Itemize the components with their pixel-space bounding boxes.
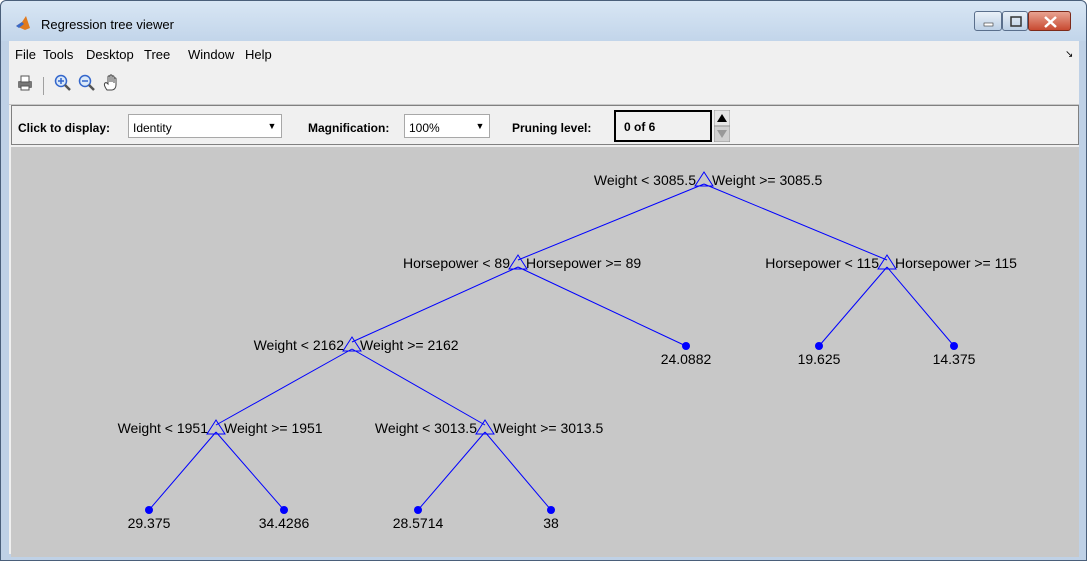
branch-left-condition: Weight < 1951 bbox=[118, 420, 209, 436]
tree-edge bbox=[215, 431, 285, 511]
pan-hand-icon[interactable] bbox=[101, 73, 121, 93]
menu-help[interactable]: Help bbox=[245, 47, 272, 62]
branch-right-condition: Weight >= 3085.5 bbox=[712, 172, 822, 188]
menu-dock-arrow-icon[interactable]: ↘ bbox=[1065, 49, 1073, 60]
branch-left-condition: Weight < 2162 bbox=[254, 337, 345, 353]
tree-edge bbox=[703, 183, 888, 261]
tree-canvas[interactable]: Weight < 3085.5 Weight >= 3085.5 Horsepowe… bbox=[11, 147, 1079, 557]
print-icon[interactable] bbox=[15, 73, 35, 93]
leaf-value-label: 38 bbox=[543, 515, 559, 531]
leaf-node-dot[interactable] bbox=[414, 506, 422, 514]
tree-edge bbox=[351, 348, 486, 426]
magnification-select[interactable]: 100% ▼ bbox=[404, 114, 490, 138]
toolbar bbox=[9, 67, 1079, 105]
pruning-level-spinner[interactable] bbox=[714, 110, 730, 142]
branch-left-condition: Horsepower < 115 bbox=[765, 255, 879, 271]
zoom-out-icon[interactable] bbox=[77, 73, 97, 93]
menu-tools[interactable]: Tools bbox=[43, 47, 73, 62]
leaf-value-label: 29.375 bbox=[128, 515, 171, 531]
tree-edge bbox=[484, 431, 552, 511]
leaf-node-dot[interactable] bbox=[815, 342, 823, 350]
client-area: File Tools Desktop Tree Window Help ↘ Cl… bbox=[9, 41, 1079, 557]
minimize-icon bbox=[983, 22, 994, 27]
click-to-display-label: Click to display: bbox=[18, 121, 111, 135]
tree-edge bbox=[818, 266, 888, 347]
leaf-value-label: 19.625 bbox=[798, 351, 841, 367]
branch-right-condition: Horsepower >= 89 bbox=[526, 255, 641, 271]
leaf-node-dot[interactable] bbox=[682, 342, 690, 350]
zoom-in-icon[interactable] bbox=[53, 73, 73, 93]
menu-tree[interactable]: Tree bbox=[144, 47, 170, 62]
leaf-value-label: 28.5714 bbox=[393, 515, 444, 531]
branch-node-triangle[interactable] bbox=[206, 419, 226, 435]
tree-edge bbox=[517, 183, 705, 261]
menu-desktop[interactable]: Desktop bbox=[86, 47, 134, 62]
branch-node-triangle[interactable] bbox=[694, 171, 714, 187]
window-title: Regression tree viewer bbox=[41, 17, 174, 32]
toolbar-separator bbox=[43, 77, 44, 95]
leaf-value-label: 14.375 bbox=[933, 351, 976, 367]
minimize-button[interactable] bbox=[974, 11, 1002, 31]
pruning-level-display: 0 of 6 bbox=[614, 110, 712, 142]
chevron-down-icon: ▼ bbox=[475, 121, 485, 131]
branch-right-condition: Weight >= 3013.5 bbox=[493, 420, 603, 436]
leaf-node-dot[interactable] bbox=[547, 506, 555, 514]
leaf-value-label: 34.4286 bbox=[259, 515, 310, 531]
magnification-label: Magnification: bbox=[308, 121, 390, 135]
tree-edge bbox=[886, 266, 955, 347]
leaf-node-dot[interactable] bbox=[950, 342, 958, 350]
click-to-display-select[interactable]: Identity ▼ bbox=[128, 114, 282, 138]
leaf-value-label: 24.0882 bbox=[661, 351, 712, 367]
leaf-node-dot[interactable] bbox=[145, 506, 153, 514]
branch-left-condition: Weight < 3013.5 bbox=[375, 420, 477, 436]
chevron-down-icon: ▼ bbox=[267, 121, 277, 131]
branch-right-condition: Weight >= 1951 bbox=[224, 420, 323, 436]
branch-right-condition: Weight >= 2162 bbox=[360, 337, 459, 353]
tree-control-panel: Click to display: Identity ▼ Magnificati… bbox=[11, 105, 1079, 145]
tree-edge bbox=[215, 348, 353, 426]
tree-edge bbox=[517, 266, 687, 347]
pruning-level-label: Pruning level: bbox=[512, 121, 592, 135]
branch-right-condition: Horsepower >= 115 bbox=[895, 255, 1017, 271]
close-icon bbox=[1044, 16, 1057, 28]
branch-left-condition: Horsepower < 89 bbox=[403, 255, 510, 271]
menu-window[interactable]: Window bbox=[188, 47, 234, 62]
menu-bar: File Tools Desktop Tree Window Help ↘ bbox=[9, 41, 1079, 65]
tree-edge bbox=[417, 431, 486, 511]
leaf-node-dot[interactable] bbox=[280, 506, 288, 514]
regression-tree-plot[interactable]: Weight < 3085.5 Weight >= 3085.5 Horsepowe… bbox=[11, 147, 1079, 557]
branch-node-triangle[interactable] bbox=[475, 419, 495, 435]
tree-edge bbox=[351, 266, 519, 343]
maximize-icon bbox=[1010, 16, 1022, 27]
regression-tree-window: Regression tree viewer File Tools Deskto… bbox=[0, 0, 1087, 561]
title-bar[interactable]: Regression tree viewer bbox=[1, 1, 1086, 41]
menu-file[interactable]: File bbox=[15, 47, 36, 62]
tree-edge bbox=[148, 431, 217, 511]
matlab-logo-icon bbox=[16, 16, 30, 30]
close-button[interactable] bbox=[1028, 11, 1071, 31]
maximize-button[interactable] bbox=[1002, 11, 1028, 31]
branch-left-condition: Weight < 3085.5 bbox=[594, 172, 696, 188]
